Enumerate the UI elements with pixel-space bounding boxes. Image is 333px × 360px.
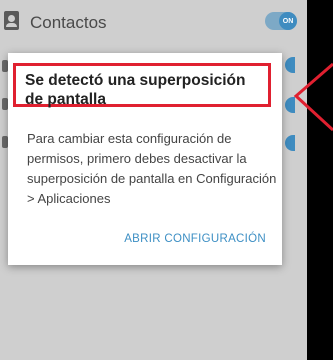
app-screen: Contactos ON Se detectó una superposició… [0,0,307,360]
contacts-icon [4,11,19,30]
annotation-arrow-icon [293,62,333,132]
open-settings-button[interactable]: ABRIR CONFIGURACIÓN [124,233,266,245]
overlay-detected-dialog: Se detectó una superposición de pantalla… [8,53,282,265]
dialog-message: Para cambiar esta configuración de permi… [27,131,277,206]
settings-row-label: Contactos [30,13,107,32]
settings-row-contactos[interactable]: Contactos ON [0,0,307,46]
toggle-knob: ON [279,12,297,30]
dialog-title: Se detectó una superposición de pantalla [13,63,271,108]
contacts-toggle[interactable]: ON [265,12,297,30]
